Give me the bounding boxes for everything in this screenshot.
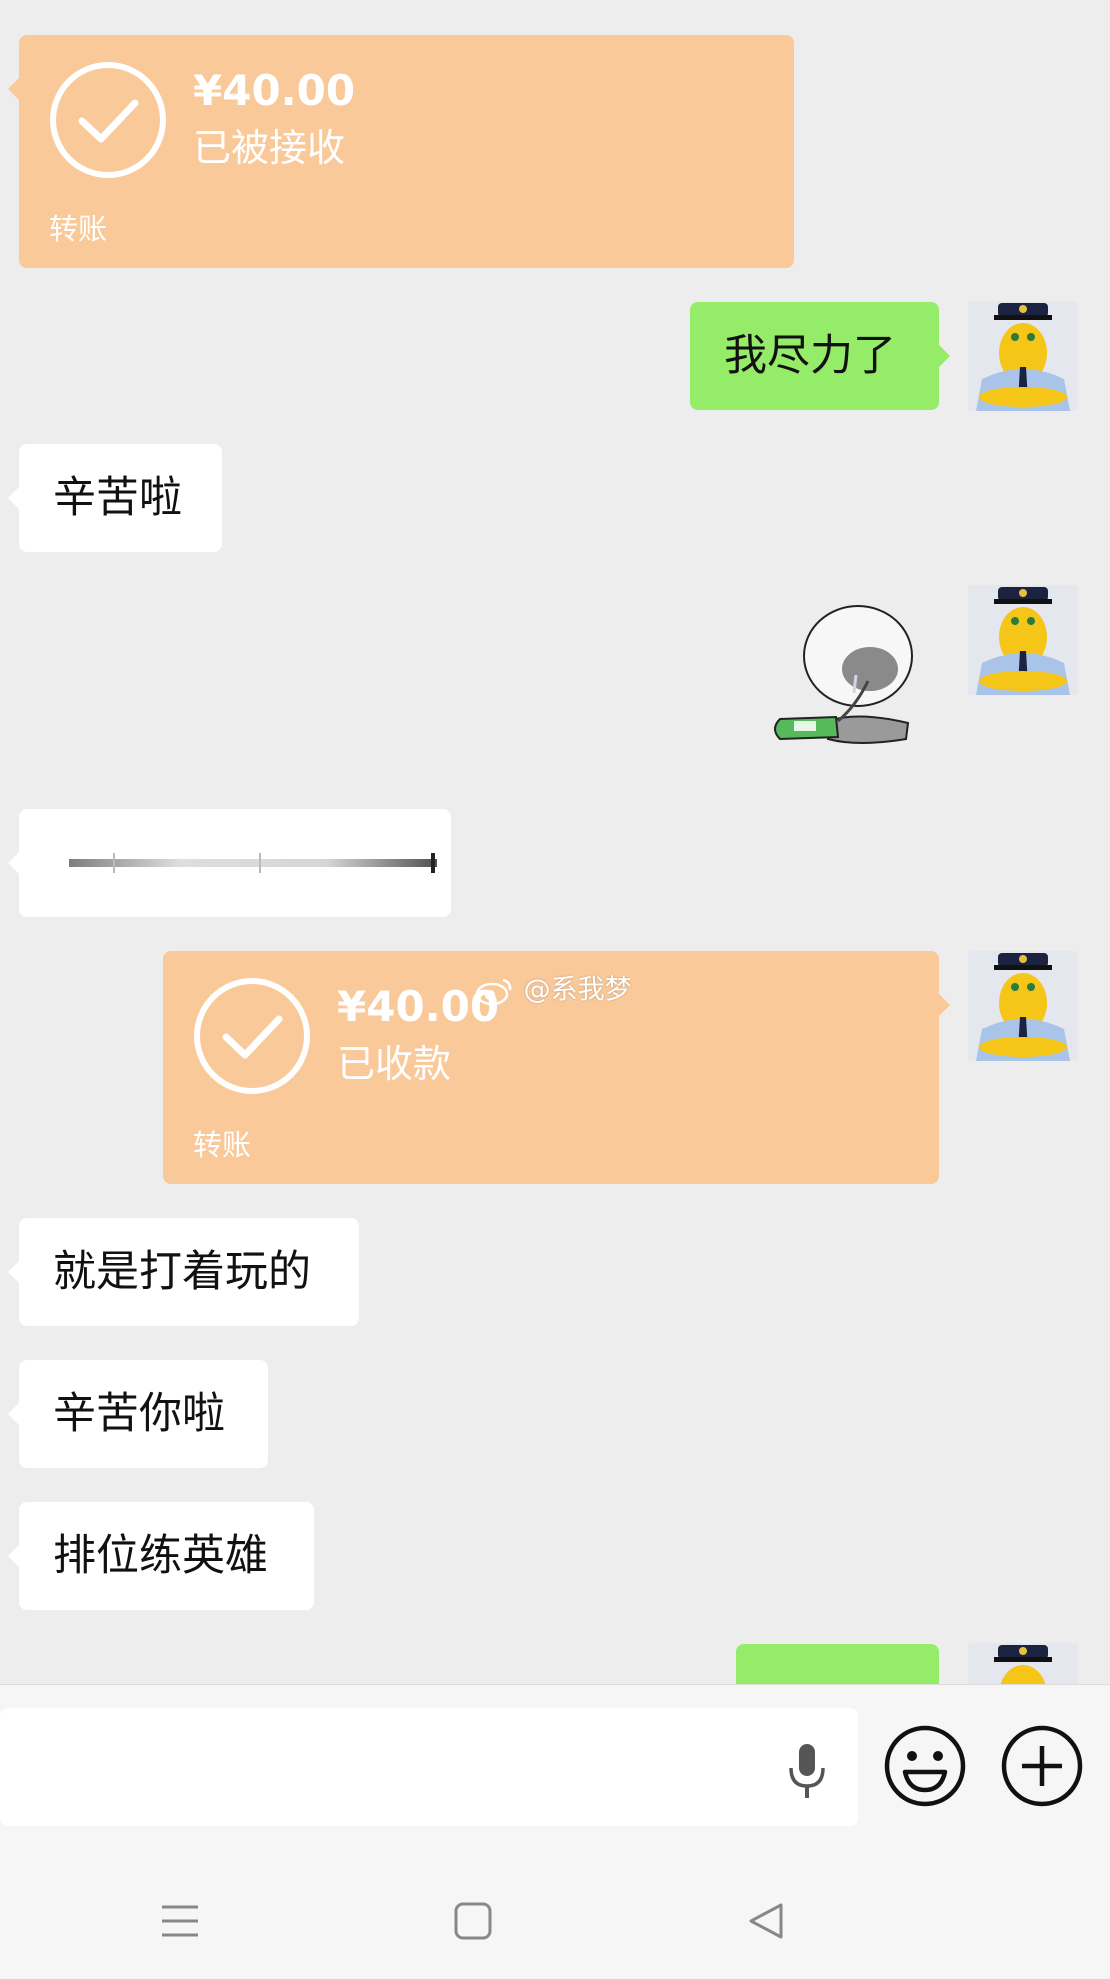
watermark-text: @系我梦 [523,974,632,1006]
message-input[interactable] [0,1708,858,1826]
weibo-icon [475,978,512,1005]
avatar[interactable] [968,951,1078,1061]
received-message-bubble[interactable]: 就是打着玩的 [8,1218,359,1326]
divider [0,1684,1110,1685]
plus-icon[interactable] [1000,1724,1084,1808]
avatar[interactable] [968,301,1078,411]
microphone-icon[interactable] [786,1742,828,1802]
sent-message-bubble-partial[interactable] [736,1644,939,1684]
police-mascot-avatar-icon [968,585,1078,695]
crying-bun-sticker-icon[interactable] [758,601,918,751]
avatar[interactable] [968,1643,1078,1684]
transfer-label: 转账 [193,1128,252,1162]
transfer-status: 已收款 [337,1042,452,1086]
transfer-amount: ¥40.00 [193,66,356,115]
avatar[interactable] [968,585,1078,695]
received-message-bubble[interactable]: 排位练英雄 [8,1502,314,1610]
blurred-content-icon [69,853,437,873]
received-message-bubble[interactable]: 辛苦你啦 [8,1360,268,1468]
transfer-card-received[interactable]: ¥40.00 已被接收 转账 [8,35,794,268]
menu-icon[interactable] [160,1901,200,1941]
back-triangle-icon[interactable] [745,1901,785,1941]
system-navigation-bar [0,1866,1110,1979]
check-circle-icon [194,978,310,1094]
chat-input-bar [0,1684,1110,1979]
transfer-status: 已被接收 [193,126,346,170]
home-square-icon[interactable] [453,1901,493,1941]
police-mascot-avatar-icon [968,951,1078,1061]
watermark: @系我梦 [475,970,632,1011]
chat-message-list[interactable]: ¥40.00 已被接收 转账 我尽力了 辛苦啦 ¥40.00 已收款 转账 @系… [0,0,1110,1684]
sent-message-bubble[interactable]: 我尽力了 [690,302,950,410]
check-circle-icon [50,62,166,178]
transfer-label: 转账 [49,212,108,246]
police-mascot-avatar-icon [968,301,1078,411]
received-message-bubble[interactable]: 辛苦啦 [8,444,222,552]
police-mascot-avatar-icon [968,1643,1078,1684]
received-image-bubble[interactable] [8,809,451,917]
emoji-icon[interactable] [883,1724,967,1808]
